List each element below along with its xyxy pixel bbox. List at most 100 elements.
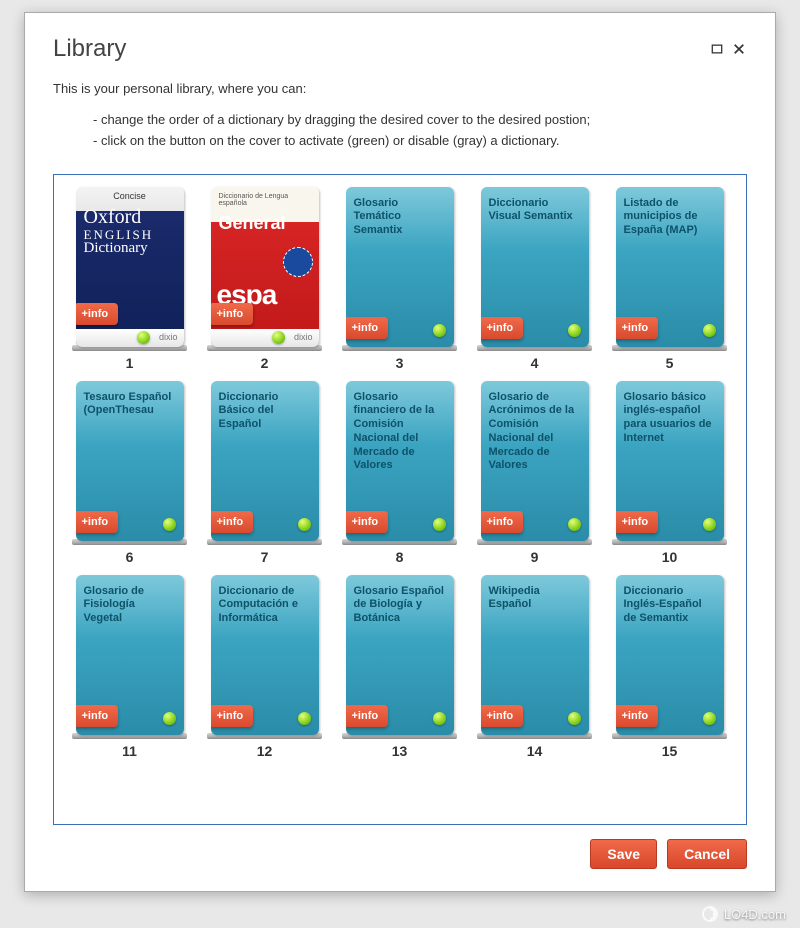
info-button[interactable]: +info <box>76 705 119 727</box>
activate-toggle[interactable] <box>298 518 311 531</box>
activate-toggle[interactable] <box>703 518 716 531</box>
shelf-row: Glosario de Fisiología Vegetal+info11Dic… <box>72 575 738 759</box>
dictionary-cover[interactable]: Listado de municipios de España (MAP) +in… <box>616 187 724 347</box>
cover-title: Glosario de Acrónimos de la Comisión Nac… <box>481 381 589 484</box>
cover-title: Glosario de Fisiología Vegetal <box>76 575 184 636</box>
activate-toggle[interactable] <box>433 712 446 725</box>
book-slot: Glosario Español de Biología y Botánica +… <box>342 575 457 759</box>
activate-toggle[interactable] <box>298 712 311 725</box>
book-number: 7 <box>261 549 269 565</box>
book-slot: Diccionario de Lengua españolaGeneralesp… <box>207 187 322 371</box>
activate-toggle[interactable] <box>163 518 176 531</box>
book-number: 3 <box>396 355 404 371</box>
dixio-brand-strip: dixio <box>211 329 319 347</box>
edition-badge-icon <box>283 247 313 277</box>
book-number: 12 <box>257 743 273 759</box>
book-number: 9 <box>531 549 539 565</box>
book-slot: Glosario de Acrónimos de la Comisión Nac… <box>477 381 592 565</box>
book-number: 5 <box>666 355 674 371</box>
watermark: LO4D.com <box>702 906 786 922</box>
book-number: 1 <box>126 355 134 371</box>
activate-toggle[interactable] <box>568 518 581 531</box>
cover-title: Diccionario de Computación e Informática <box>211 575 319 636</box>
book-slot: Glosario Temático Semantix +info 3 <box>342 187 457 371</box>
cover-title: Diccionario Inglés-Español de Semantix <box>616 575 724 636</box>
maximize-icon[interactable] <box>711 42 725 56</box>
info-button[interactable]: +info <box>76 303 119 325</box>
info-button[interactable]: +info <box>346 317 389 339</box>
info-button[interactable]: +info <box>481 705 524 727</box>
activate-toggle[interactable] <box>703 712 716 725</box>
activate-toggle[interactable] <box>568 324 581 337</box>
cover-subtitle: Diccionario de Lengua española <box>211 187 319 209</box>
dictionary-cover[interactable]: Diccionario Visual Semantix +info <box>481 187 589 347</box>
book-number: 2 <box>261 355 269 371</box>
book-slot: Glosario de Fisiología Vegetal +info11 <box>72 575 187 759</box>
dictionary-cover[interactable]: Wikipedia Español+info <box>481 575 589 735</box>
book-slot: Diccionario Básico del Español+info 7 <box>207 381 322 565</box>
book-slot: Diccionario de Computación e Informática… <box>207 575 322 759</box>
shelf-row: ConciseOxfordENGLISHDictionary +info dixio… <box>72 187 738 371</box>
dictionary-cover[interactable]: ConciseOxfordENGLISHDictionary +info dixio <box>76 187 184 347</box>
titlebar-controls <box>711 42 747 56</box>
book-slot: Listado de municipios de España (MAP) +in… <box>612 187 727 371</box>
dictionary-cover[interactable]: Glosario de Fisiología Vegetal +info <box>76 575 184 735</box>
book-number: 10 <box>662 549 678 565</box>
dictionary-cover[interactable]: Diccionario de Computación e Informática… <box>211 575 319 735</box>
cancel-button[interactable]: Cancel <box>667 839 747 869</box>
dictionary-cover[interactable]: Diccionario de Lengua españolaGeneralesp… <box>211 187 319 347</box>
info-button[interactable]: +info <box>616 317 659 339</box>
save-button[interactable]: Save <box>590 839 657 869</box>
book-number: 14 <box>527 743 543 759</box>
book-slot: Glosario financiero de la Comisión Nacio… <box>342 381 457 565</box>
book-number: 15 <box>662 743 678 759</box>
intro-text: This is your personal library, where you… <box>53 81 747 96</box>
dictionary-cover[interactable]: Tesauro Español (OpenThesau+info <box>76 381 184 541</box>
info-button[interactable]: +info <box>481 317 524 339</box>
book-slot: ConciseOxfordENGLISHDictionary +info dixio… <box>72 187 187 371</box>
library-dialog: Library This is your personal library, w… <box>24 12 776 892</box>
info-button[interactable]: +info <box>616 705 659 727</box>
close-icon[interactable] <box>733 42 747 56</box>
activate-toggle[interactable] <box>568 712 581 725</box>
activate-toggle[interactable] <box>272 331 285 344</box>
dictionary-cover[interactable]: Glosario financiero de la Comisión Nacio… <box>346 381 454 541</box>
activate-toggle[interactable] <box>433 324 446 337</box>
book-number: 6 <box>126 549 134 565</box>
shelf-row: Tesauro Español (OpenThesau+info 6 Diccion… <box>72 381 738 565</box>
dixio-brand-strip: dixio <box>76 329 184 347</box>
book-number: 11 <box>122 743 137 759</box>
info-button[interactable]: +info <box>76 511 119 533</box>
cover-title: Listado de municipios de España (MAP) <box>616 187 724 248</box>
info-button[interactable]: +info <box>481 511 524 533</box>
book-slot: Diccionario Inglés-Español de Semantix +i… <box>612 575 727 759</box>
dictionary-cover[interactable]: Glosario de Acrónimos de la Comisión Nac… <box>481 381 589 541</box>
info-button[interactable]: +info <box>346 511 389 533</box>
info-button[interactable]: +info <box>616 511 659 533</box>
book-slot: Tesauro Español (OpenThesau+info 6 <box>72 381 187 565</box>
cover-title: OxfordENGLISHDictionary <box>76 201 184 263</box>
info-button[interactable]: +info <box>211 511 254 533</box>
info-button[interactable]: +info <box>211 705 254 727</box>
dictionary-cover[interactable]: Glosario básico inglés-español para usua… <box>616 381 724 541</box>
activate-toggle[interactable] <box>137 331 150 344</box>
library-scroll-area[interactable]: ConciseOxfordENGLISHDictionary +info dixio… <box>54 175 746 824</box>
cover-title: Glosario básico inglés-español para usua… <box>616 381 724 456</box>
dictionary-cover[interactable]: Glosario Temático Semantix +info <box>346 187 454 347</box>
cover-title: Glosario Temático Semantix <box>346 187 454 248</box>
book-number: 13 <box>392 743 408 759</box>
activate-toggle[interactable] <box>163 712 176 725</box>
book-number: 4 <box>531 355 539 371</box>
dictionary-cover[interactable]: Glosario Español de Biología y Botánica +… <box>346 575 454 735</box>
info-button[interactable]: +info <box>346 705 389 727</box>
cover-subtitle: Concise <box>76 187 184 201</box>
cover-title: Glosario Español de Biología y Botánica <box>346 575 454 636</box>
dialog-buttons: Save Cancel <box>53 825 747 869</box>
dictionary-cover[interactable]: Diccionario Básico del Español+info <box>211 381 319 541</box>
activate-toggle[interactable] <box>433 518 446 531</box>
info-button[interactable]: +info <box>211 303 254 325</box>
dictionary-cover[interactable]: Diccionario Inglés-Español de Semantix +i… <box>616 575 724 735</box>
cover-title: Diccionario Visual Semantix <box>481 187 589 235</box>
watermark-text: LO4D.com <box>724 907 786 922</box>
activate-toggle[interactable] <box>703 324 716 337</box>
